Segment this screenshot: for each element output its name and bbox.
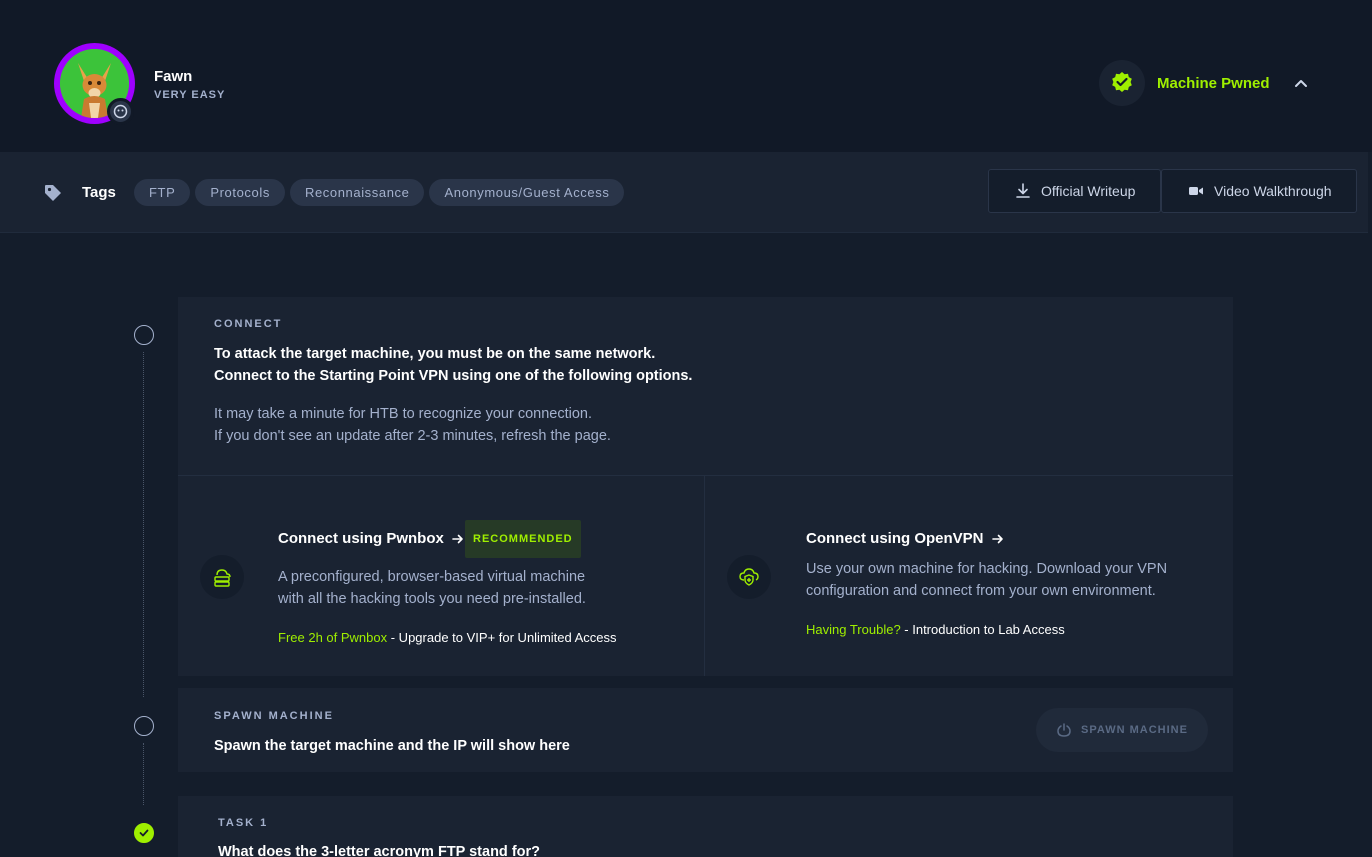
step-spawn-indicator [134, 716, 154, 736]
tag-protocols[interactable]: Protocols [195, 179, 285, 206]
pwned-badge-icon [1099, 60, 1145, 106]
pwnbox-desc-line2: with all the hacking tools you need pre-… [278, 591, 586, 607]
connect-card: CONNECT To attack the target machine, yo… [178, 297, 1233, 676]
pwned-label: Machine Pwned [1157, 74, 1270, 92]
upgrade-vip-text: - Upgrade to VIP+ for Unlimited Access [387, 630, 617, 645]
task-1-card: TASK 1 What does the 3-letter acronym FT… [178, 796, 1233, 857]
spawn-title: Spawn the target machine and the IP will… [214, 738, 570, 754]
machine-pwned-status: Machine Pwned [1099, 60, 1270, 106]
openvpn-cloud-shield-icon [727, 555, 771, 599]
spawn-button-label: SPAWN MACHINE [1081, 724, 1188, 736]
pwnbox-title: Connect using Pwnbox [278, 530, 444, 547]
tag-list: FTP Protocols Reconnaissance Anonymous/G… [134, 179, 625, 206]
connect-title-line2: Connect to the Starting Point VPN using … [214, 368, 693, 384]
video-walkthrough-button[interactable]: Video Walkthrough [1161, 169, 1357, 213]
tag-ftp[interactable]: FTP [134, 179, 191, 206]
step-task1-complete-icon [134, 823, 154, 843]
openvpn-option-link[interactable]: Connect using OpenVPN [806, 530, 1004, 547]
video-camera-icon [1189, 187, 1203, 195]
spawn-machine-card: SPAWN MACHINE Spawn the target machine a… [178, 688, 1233, 772]
connect-title-line1: To attack the target machine, you must b… [214, 346, 656, 362]
having-trouble-link[interactable]: Having Trouble? [806, 622, 901, 637]
machine-header: Fawn VERY EASY Machine Pwned [0, 0, 1372, 152]
official-writeup-label: Official Writeup [1041, 183, 1136, 199]
power-icon [1057, 723, 1071, 737]
openvpn-title: Connect using OpenVPN [806, 530, 984, 547]
pwnbox-footnote: Free 2h of Pwnbox - Upgrade to VIP+ for … [278, 630, 617, 645]
divider [704, 475, 705, 676]
machine-difficulty: VERY EASY [154, 89, 226, 101]
os-linux-icon [107, 98, 134, 125]
free-pwnbox-link[interactable]: Free 2h of Pwnbox [278, 630, 387, 645]
connect-label: CONNECT [214, 318, 283, 330]
pwnbox-server-icon [200, 555, 244, 599]
openvpn-desc-line1: Use your own machine for hacking. Downlo… [806, 561, 1168, 577]
lab-access-intro-text: - Introduction to Lab Access [900, 622, 1065, 637]
spawn-label: SPAWN MACHINE [214, 710, 334, 722]
machine-name: Fawn [154, 68, 193, 85]
timeline-connector [143, 352, 144, 697]
step-connect-indicator [134, 325, 154, 345]
arrow-right-icon [452, 534, 463, 543]
video-walkthrough-label: Video Walkthrough [1214, 183, 1332, 199]
openvpn-footnote: Having Trouble? - Introduction to Lab Ac… [806, 622, 1065, 637]
pwnbox-desc-line1: A preconfigured, browser-based virtual m… [278, 569, 586, 585]
machine-avatar [54, 43, 135, 125]
arrow-right-icon [991, 534, 1003, 543]
task1-question: What does the 3-letter acronym FTP stand… [218, 844, 541, 857]
tags-label: Tags [82, 184, 116, 201]
task1-label: TASK 1 [218, 817, 269, 829]
connect-text-line1: It may take a minute for HTB to recogniz… [214, 406, 592, 422]
openvpn-desc-line2: configuration and connect from your own … [806, 583, 1156, 599]
spawn-machine-button[interactable]: SPAWN MACHINE [1036, 708, 1208, 752]
collapse-chevron-up-icon[interactable] [1290, 72, 1312, 94]
tag-icon [45, 185, 61, 201]
official-writeup-button[interactable]: Official Writeup [988, 169, 1161, 213]
tag-anonymous-guest-access[interactable]: Anonymous/Guest Access [429, 179, 625, 206]
connect-text-line2: If you don't see an update after 2-3 min… [214, 428, 611, 444]
pwnbox-option-link[interactable]: Connect using Pwnbox [278, 530, 464, 547]
timeline-connector [143, 743, 144, 805]
recommended-badge: RECOMMENDED [465, 520, 581, 558]
tag-reconnaissance[interactable]: Reconnaissance [289, 179, 425, 206]
tags-bar: Tags FTP Protocols Reconnaissance Anonym… [0, 152, 1368, 233]
divider [178, 475, 1233, 476]
download-icon [1016, 183, 1030, 198]
